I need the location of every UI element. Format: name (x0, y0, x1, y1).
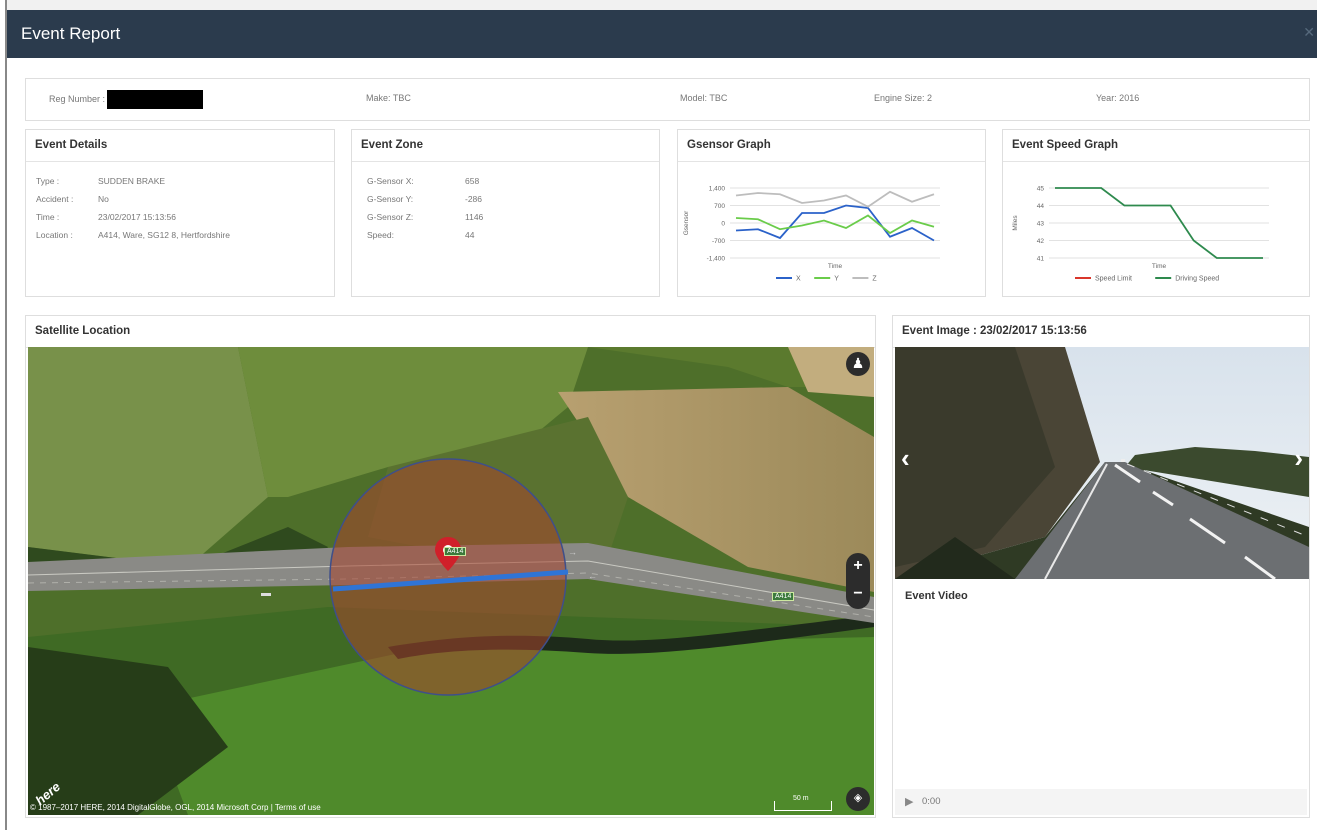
zoom-out-button[interactable]: − (846, 581, 870, 609)
vehicle-model: Model: TBC (680, 93, 728, 103)
y-tick-label: 1,400 (709, 186, 726, 193)
zoom-controls: + − (846, 553, 870, 609)
gsensor-graph-panel: Gsensor Graph 1,400 700 0 -700 -1,400 Gsensor… (677, 129, 986, 297)
y-tick-label: 45 (1037, 186, 1045, 193)
x-axis-label: Time (1152, 263, 1167, 270)
svg-text:→: → (568, 547, 577, 557)
event-image-title: Event Image : 23/02/2017 15:13:56 (893, 316, 1309, 348)
vehicle-make: Make: TBC (366, 93, 411, 103)
speed-graph-title: Event Speed Graph (1003, 130, 1309, 162)
road-label-a414-east: A414 (772, 592, 795, 601)
event-zone-panel: Event Zone G-Sensor X: 658 G-Sensor Y: -28… (351, 129, 660, 297)
event-video-title: Event Video (905, 590, 968, 602)
map-copyright[interactable]: © 1987–2017 HERE, 2014 DigitalGlobe, OGL… (30, 803, 321, 812)
road-label-a414: A414 (444, 547, 467, 556)
event-zone-title: Event Zone (352, 130, 659, 162)
speed-graph-panel: Event Speed Graph 45 44 43 42 41 Miles Time Spe… (1002, 129, 1310, 297)
y-tick-label: 42 (1037, 238, 1045, 245)
dashcam-photo (895, 347, 1309, 579)
legend-label: X (796, 276, 801, 283)
legend-label: Z (872, 276, 877, 283)
speed-chart: 45 44 43 42 41 Miles Time Speed Limit Driving Sp… (1012, 186, 1269, 283)
y-tick-label: 700 (714, 203, 725, 210)
y-tick-label: 44 (1037, 203, 1045, 210)
prev-image-button[interactable]: ‹ (901, 443, 910, 474)
y-tick-label: 0 (721, 221, 725, 228)
reg-number-label: Reg Number : (49, 93, 106, 104)
gsensor-chart: 1,400 700 0 -700 -1,400 Gsensor Time X Y Z (683, 186, 940, 283)
gsensor-graph-title: Gsensor Graph (678, 130, 985, 162)
y-axis-label: Gsensor (683, 210, 690, 235)
street-view-person-icon[interactable]: ♟ (846, 352, 870, 376)
zone-row-speed: Speed: 44 (367, 230, 475, 240)
legend-label: Driving Speed (1175, 276, 1219, 283)
zone-row-gsensor-z: G-Sensor Z: 1146 (367, 212, 484, 222)
y-tick-label: -700 (712, 238, 725, 245)
reg-number-redacted (107, 90, 204, 109)
detail-row-location: Location : A414, Ware, SG12 8, Hertfordsh… (36, 230, 230, 240)
detail-row-time: Time :23/02/2017 15:13:56 (36, 212, 176, 222)
vehicle-info-bar: Reg Number : Make: TBC Model: TBC Engine… (25, 78, 1310, 121)
close-icon[interactable]: ✕ (1303, 24, 1315, 41)
map-scale-label: 50 m (793, 795, 809, 802)
legend-label: Y (834, 276, 839, 283)
zoom-in-button[interactable]: + (846, 553, 870, 581)
video-player-controls: ▶ 0:00 (895, 789, 1307, 815)
map-imagery: → ← (28, 347, 874, 815)
vehicle-year: Year: 2016 (1096, 93, 1140, 103)
event-report-modal: Event Report ✕ Reg Number : Make: TBC Mo… (7, 10, 1317, 830)
event-media-panel: Event Image : 23/02/2017 15:13:56 ‹ › Ev… (892, 315, 1310, 818)
event-details-title: Event Details (26, 130, 334, 162)
y-tick-label: 43 (1037, 221, 1045, 228)
play-icon[interactable]: ▶ (905, 795, 913, 808)
satellite-title: Satellite Location (26, 316, 875, 348)
zone-row-gsensor-x: G-Sensor X: 658 (367, 176, 480, 186)
next-image-button[interactable]: › (1294, 443, 1303, 474)
zone-row-gsensor-y: G-Sensor Y: -286 (367, 194, 483, 204)
satellite-map[interactable]: → ← A414 A414 ♟ + − ◈ here © 1987–2017 H… (28, 347, 874, 815)
reg-number: Reg Number : (49, 90, 204, 109)
satellite-panel: Satellite Location → ← A414 A414 ♟ + − ◈… (25, 315, 876, 818)
vehicle-engine-size: Engine Size: 2 (874, 93, 933, 103)
event-zone-list: G-Sensor X: 658 G-Sensor Y: -286 G-Sensor … (367, 172, 483, 244)
detail-row-type: Type : SUDDEN BRAKE (36, 176, 166, 186)
legend-label: Speed Limit (1095, 276, 1132, 283)
series-line-z (735, 190, 935, 208)
svg-text:←: ← (588, 571, 597, 581)
modal-title: Event Report (21, 24, 121, 43)
y-tick-label: 41 (1037, 256, 1045, 263)
event-details-list: Type : SUDDEN BRAKE Accident : No Time :23… (36, 172, 230, 244)
detail-row-accident: Accident : No (36, 194, 109, 204)
layers-icon[interactable]: ◈ (846, 787, 870, 811)
event-details-panel: Event Details Type : SUDDEN BRAKE Acciden… (25, 129, 335, 297)
y-axis-label: Miles (1012, 215, 1019, 231)
video-time: 0:00 (922, 796, 941, 807)
x-axis-label: Time (828, 263, 843, 270)
modal-header: Event Report ✕ (7, 10, 1317, 58)
event-image: ‹ › (895, 347, 1309, 579)
y-tick-label: -1,400 (707, 256, 726, 263)
map-scale-bar: 50 m (774, 795, 832, 811)
